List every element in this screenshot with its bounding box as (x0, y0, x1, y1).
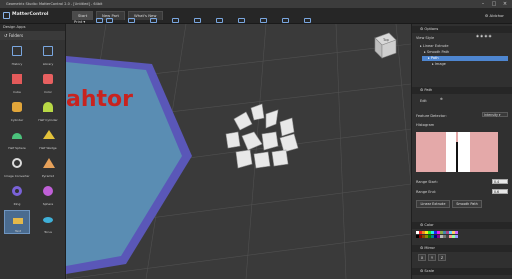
library-item-pyramid[interactable]: Pyramid (35, 154, 61, 178)
settings-icon[interactable] (304, 18, 311, 23)
half-sphere-icon (12, 133, 22, 139)
image-converter-icon (12, 158, 22, 168)
library-item-color[interactable]: Color (35, 70, 61, 94)
tree-item-image[interactable]: ▸ Image (432, 62, 446, 66)
delete-icon[interactable] (282, 18, 289, 23)
histogram[interactable] (416, 132, 498, 172)
library-item-history[interactable]: History (4, 42, 30, 66)
menubar: MatterControl Start New Part What's New … (0, 8, 512, 24)
library-item-sphere[interactable]: Sphere (35, 182, 61, 206)
range-start-label: Range Start: (416, 180, 438, 184)
group-icon[interactable] (150, 18, 157, 23)
text-icon (13, 218, 23, 224)
history-icon (12, 46, 22, 56)
edit-button[interactable]: ⊕ (440, 97, 443, 101)
app-name: MatterControl (12, 12, 49, 17)
mirror-z-button[interactable]: Z (438, 254, 446, 261)
library-item-torus[interactable]: Torus (35, 210, 61, 234)
cube-icon (12, 74, 22, 84)
align-icon[interactable] (216, 18, 223, 23)
histogram-range-right (458, 132, 470, 172)
histogram-range-left (446, 132, 456, 172)
library-item-ring[interactable]: Ring (4, 182, 30, 206)
mirror-x-button[interactable]: X (418, 254, 426, 261)
library-item-half-sphere[interactable]: Half Sphere (4, 126, 30, 150)
redo-icon[interactable] (106, 18, 113, 23)
scene: ahtor Top (66, 24, 411, 279)
cylinder-icon (12, 102, 22, 112)
feature-detector-label: Feature Detector: (416, 114, 447, 118)
mirror-icon[interactable] (238, 18, 245, 23)
library-item-half-wedge[interactable]: Half Wedge (35, 126, 61, 150)
copy-icon[interactable] (194, 18, 201, 23)
minimize-button[interactable]: – (478, 0, 488, 8)
scale-section-header[interactable]: ⚙ Scale (412, 268, 512, 275)
tree-item-linear-extrude[interactable]: ▸ Linear Extrude (420, 44, 449, 48)
title-bar: Geometrix Studio: MatterControl 2.0 - [U… (0, 0, 512, 8)
half-wedge-icon (43, 130, 55, 139)
color-icon (43, 74, 53, 84)
library-item-half-cylinder[interactable]: Half Cylinder (35, 98, 61, 122)
mirror-y-button[interactable]: Y (428, 254, 436, 261)
half-cylinder-icon (43, 102, 53, 112)
panel-header: Design Apps (0, 24, 65, 31)
library-item-cube[interactable]: Cube (4, 70, 30, 94)
close-button[interactable]: × (500, 0, 510, 8)
app-window: Geometrix Studio: MatterControl 2.0 - [U… (0, 0, 512, 279)
view-cube[interactable]: Top (374, 32, 397, 59)
add-icon[interactable] (128, 18, 135, 23)
right-panel: ⚙ Options View Style ◉ ◉ ◉ ◉ ▸ Linear Ex… (411, 24, 512, 279)
library-item-library[interactable]: Library (35, 42, 61, 66)
path-section-header[interactable]: ⚙ Path (412, 87, 512, 94)
user-menu[interactable]: ⚙ Aldchor (485, 11, 504, 20)
linear-extrude-button[interactable]: Linear Extrude (416, 200, 450, 208)
color-swatches[interactable] (416, 231, 478, 243)
window-title: Geometrix Studio: MatterControl 2.0 - [U… (6, 2, 103, 6)
library-item-cylinder[interactable]: Cylinder (4, 98, 30, 122)
scale-icon[interactable] (260, 18, 267, 23)
left-panel: Design Apps ↺ Folders History Library Cu… (0, 24, 66, 279)
mirror-section-header[interactable]: ⚙ Mirror (412, 245, 512, 252)
ungroup-icon[interactable] (172, 18, 179, 23)
library-icon (43, 46, 53, 56)
options-header[interactable]: ⚙ Options (412, 26, 512, 33)
tree-item-path[interactable]: ▸ Path (428, 56, 439, 60)
maximize-button[interactable]: □ (489, 0, 499, 8)
pyramid-icon (43, 158, 55, 168)
extruded-shape[interactable] (225, 103, 299, 169)
tree-item-smooth-path[interactable]: ▸ Smooth Path (424, 50, 449, 54)
range-end-label: Range End: (416, 190, 437, 194)
sphere-icon (43, 186, 53, 196)
library-item-text[interactable]: Text (4, 210, 30, 234)
histogram-label: Histogram (416, 123, 435, 127)
range-start-input[interactable]: 0.4 (492, 179, 508, 184)
view-style-label: View Style (416, 36, 435, 40)
view-cube-label: Top (382, 38, 390, 42)
color-section-header[interactable]: ⚙ Color (412, 222, 512, 229)
smooth-path-button[interactable]: Smooth Path (452, 200, 482, 208)
library-item-image-converter[interactable]: Image Converter (4, 154, 30, 178)
3d-viewport[interactable]: ahtor Top (66, 24, 411, 279)
ring-icon (12, 186, 22, 196)
view-style-icons[interactable]: ◉ ◉ ◉ ◉ (476, 34, 492, 38)
folders-dropdown[interactable]: ↺ Folders (0, 31, 65, 40)
edit-label: Edit (420, 99, 427, 103)
feature-detector-select[interactable]: Intensity ▾ (482, 112, 508, 117)
torus-icon (43, 217, 53, 223)
range-end-input[interactable]: 0.6 (492, 189, 508, 194)
text-object[interactable]: ahtor (66, 87, 133, 112)
undo-icon[interactable] (96, 18, 103, 23)
app-logo-icon (3, 12, 10, 19)
